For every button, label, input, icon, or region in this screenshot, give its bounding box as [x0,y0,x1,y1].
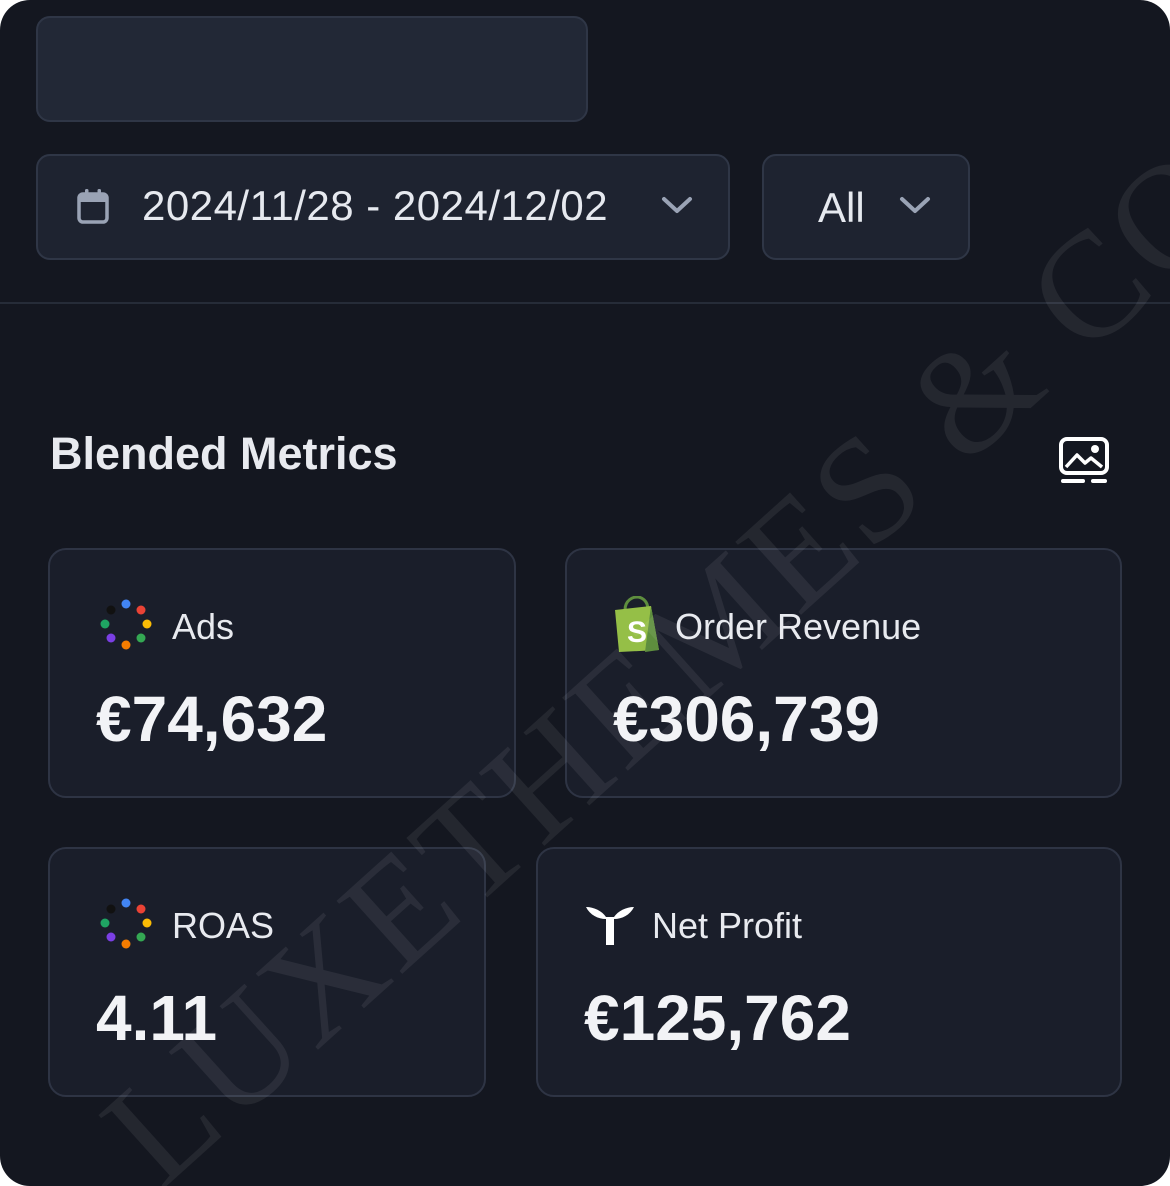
svg-text:S: S [627,616,647,649]
metric-value: €74,632 [96,683,328,755]
app-frame: 2024/11/28 - 2024/12/02 All Blended Metr… [0,0,1170,1186]
export-image-icon[interactable] [1058,436,1112,488]
metric-card-net-profit[interactable]: Net Profit €125,762 [536,847,1122,1097]
metric-label: Ads [172,606,235,647]
section-title: Blended Metrics [50,428,398,479]
channel-select[interactable]: All [762,154,970,260]
metric-value: 4.11 [96,982,218,1054]
shopify-bag-icon: S [615,596,659,652]
header-divider [0,302,1170,304]
metric-card-order-revenue[interactable]: S Order Revenue €306,739 [565,548,1122,798]
multicolor-dots-icon [100,898,152,949]
metric-value: €306,739 [613,683,880,755]
chevron-down-icon [662,197,692,213]
channel-select-value: All [818,184,865,231]
date-range-text: 2024/11/28 - 2024/12/02 [142,182,609,229]
multicolor-dots-icon [100,599,152,650]
metric-value: €125,762 [584,982,851,1054]
triple-whale-logo-icon [586,907,634,945]
metric-label: Order Revenue [675,606,922,647]
search-input[interactable] [36,16,588,122]
date-range-picker[interactable]: 2024/11/28 - 2024/12/02 [36,154,730,260]
chevron-down-icon [900,197,930,213]
calendar-icon [77,189,109,224]
metric-label: Net Profit [652,905,803,946]
metric-card-ads[interactable]: Ads €74,632 [48,548,516,798]
metric-card-roas[interactable]: ROAS 4.11 [48,847,486,1097]
metric-label: ROAS [172,905,275,946]
